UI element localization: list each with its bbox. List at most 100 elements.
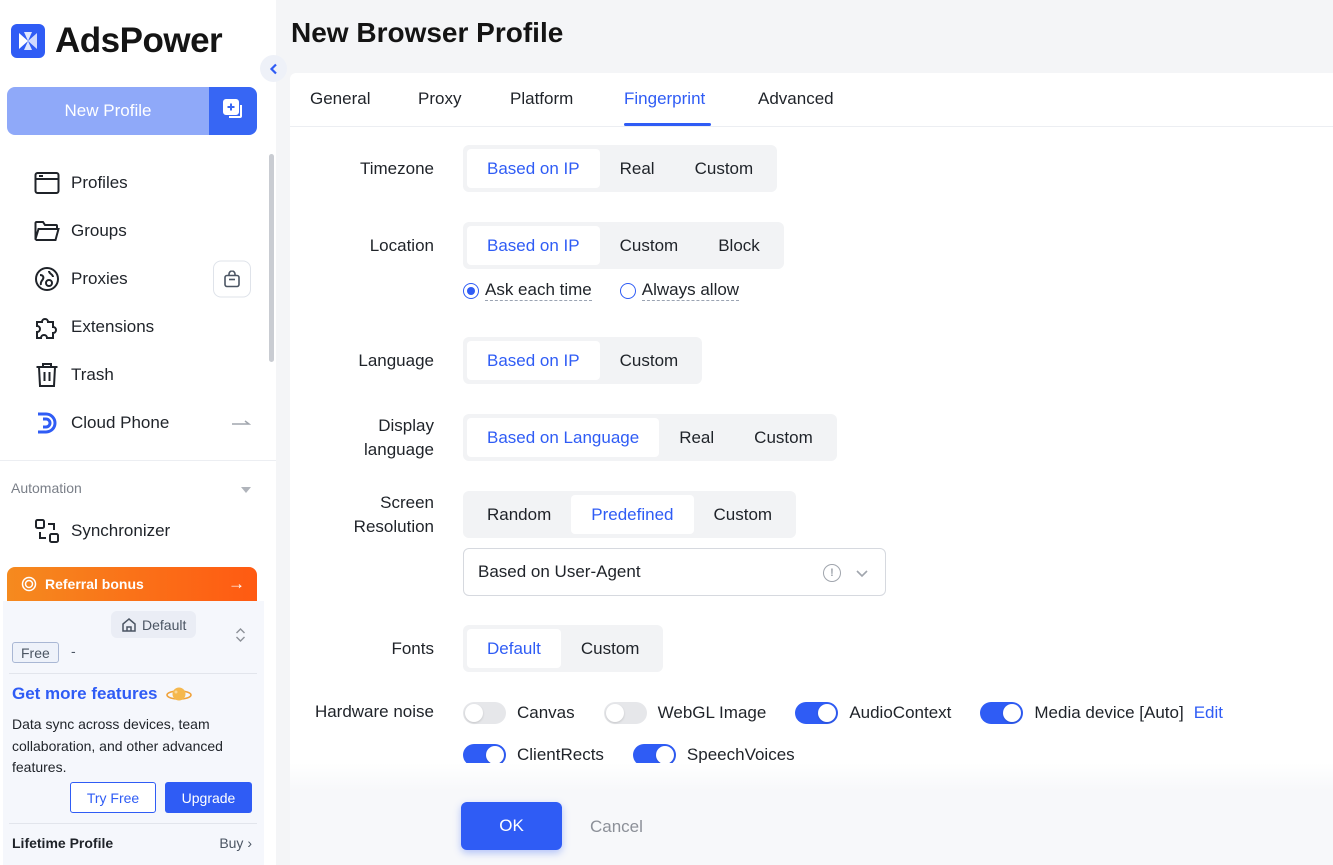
card-divider xyxy=(9,673,257,674)
display-language-option-based-on-language[interactable]: Based on Language xyxy=(467,418,660,457)
sidebar-divider xyxy=(0,460,276,461)
cloud-phone-icon xyxy=(34,410,60,436)
buy-link[interactable]: Buy › xyxy=(219,835,252,851)
location-segmented: Based on IP Custom Block xyxy=(463,222,784,269)
profile-form-panel: General Proxy Platform Fingerprint Advan… xyxy=(290,73,1333,865)
ok-button[interactable]: OK xyxy=(461,802,562,850)
tab-proxy[interactable]: Proxy xyxy=(418,89,461,109)
sidebar-item-label: Groups xyxy=(71,221,127,240)
screen-resolution-segmented: Random Predefined Custom xyxy=(463,491,797,538)
hardware-noise-label: Hardware noise xyxy=(314,702,434,721)
sidebar-item-profiles[interactable]: Profiles xyxy=(0,159,276,207)
language-option-based-on-ip[interactable]: Based on IP xyxy=(467,341,600,380)
planet-icon xyxy=(165,684,192,704)
sidebar-item-label: Cloud Phone xyxy=(71,413,170,432)
display-language-option-real[interactable]: Real xyxy=(659,418,734,457)
timezone-option-custom[interactable]: Custom xyxy=(675,149,774,188)
updown-chevron-icon[interactable] xyxy=(235,627,246,645)
puzzle-icon xyxy=(34,314,60,340)
new-profile-button[interactable]: New Profile xyxy=(7,87,209,135)
location-option-based-on-ip[interactable]: Based on IP xyxy=(467,226,600,265)
sidebar-item-label: Extensions xyxy=(71,317,155,336)
collapse-sidebar-button[interactable] xyxy=(260,55,287,82)
sidebar-item-cloud-phone[interactable]: Cloud Phone xyxy=(0,399,276,447)
screen-resolution-label-line1: Screen xyxy=(380,493,434,512)
trash-icon xyxy=(34,362,60,388)
hardware-noise-row-1: Canvas WebGL Image AudioContext Media de… xyxy=(463,702,1223,724)
location-option-custom[interactable]: Custom xyxy=(600,226,699,265)
media-device-edit-link[interactable]: Edit xyxy=(1194,703,1223,723)
toggle-switch[interactable] xyxy=(980,702,1024,724)
try-free-button[interactable]: Try Free xyxy=(70,782,156,813)
synchronizer-icon xyxy=(34,518,60,544)
toggle-label: WebGL Image xyxy=(657,703,767,722)
radio-ask-each-time[interactable]: Ask each time xyxy=(463,280,592,301)
fonts-option-default[interactable]: Default xyxy=(467,629,561,668)
upgrade-button[interactable]: Upgrade xyxy=(165,782,252,813)
footer-fade xyxy=(290,763,1333,791)
referral-bonus-banner[interactable]: Referral bonus → xyxy=(7,567,257,601)
workspace-switcher[interactable]: Default xyxy=(111,611,197,638)
toggle-switch[interactable] xyxy=(603,702,647,724)
workspace-name: Default xyxy=(142,616,187,633)
chevron-down-icon xyxy=(855,565,869,585)
toggle-webgl-image[interactable]: WebGL Image xyxy=(603,702,767,724)
info-icon[interactable]: ! xyxy=(823,564,841,582)
screen-resolution-option-custom[interactable]: Custom xyxy=(694,495,793,534)
sidebar: AdsPower New Profile Profiles Groups Pro… xyxy=(0,0,276,865)
proxy-shop-button[interactable] xyxy=(213,260,251,298)
sidebar-item-groups[interactable]: Groups xyxy=(0,207,276,255)
radio-always-allow[interactable]: Always allow xyxy=(619,280,740,301)
sidebar-item-proxies[interactable]: Proxies xyxy=(0,255,276,303)
toggle-label: AudioContext xyxy=(849,703,952,722)
sidebar-item-label: Profiles xyxy=(71,173,128,192)
fonts-segmented: Default Custom xyxy=(463,625,664,672)
copy-add-icon xyxy=(221,97,245,126)
language-segmented: Based on IP Custom xyxy=(463,337,703,384)
display-language-option-custom[interactable]: Custom xyxy=(734,418,833,457)
home-icon xyxy=(121,617,137,633)
location-label: Location xyxy=(369,236,434,255)
tab-fingerprint[interactable]: Fingerprint xyxy=(624,89,705,109)
timezone-option-real[interactable]: Real xyxy=(600,149,675,188)
radio-label: Always allow xyxy=(641,280,740,301)
toggle-media-device[interactable]: Media device [Auto] xyxy=(980,702,1184,724)
automation-section-header[interactable]: Automation xyxy=(11,480,251,496)
tab-advanced[interactable]: Advanced xyxy=(758,89,834,109)
promo-title: Get more features xyxy=(12,684,192,704)
tab-platform[interactable]: Platform xyxy=(510,89,573,109)
plan-card: Default Free - Get more features Data sy… xyxy=(3,601,264,865)
referral-label: Referral bonus xyxy=(45,576,144,592)
page-title: New Browser Profile xyxy=(291,17,564,48)
screen-resolution-option-predefined[interactable]: Predefined xyxy=(571,495,694,534)
toggle-canvas[interactable]: Canvas xyxy=(463,702,575,724)
toggle-label: ClientRects xyxy=(517,745,604,764)
location-option-block[interactable]: Block xyxy=(698,226,780,265)
batch-add-button[interactable] xyxy=(209,87,257,135)
app-logo[interactable]: AdsPower xyxy=(11,21,223,60)
app-name: AdsPower xyxy=(55,21,223,60)
folder-icon xyxy=(34,218,60,244)
sidebar-item-trash[interactable]: Trash xyxy=(0,351,276,399)
screen-resolution-select[interactable]: Based on User-Agent ! xyxy=(463,548,886,596)
sidebar-item-label: Proxies xyxy=(71,269,128,288)
coin-icon xyxy=(21,576,37,592)
fonts-option-custom[interactable]: Custom xyxy=(561,629,660,668)
toggle-label: Canvas xyxy=(517,703,575,722)
language-option-custom[interactable]: Custom xyxy=(600,341,699,380)
screen-resolution-label: Screen Resolution xyxy=(354,491,434,539)
sidebar-item-synchronizer[interactable]: Synchronizer xyxy=(0,507,276,555)
tab-bar: General Proxy Platform Fingerprint Advan… xyxy=(290,73,1333,127)
cancel-button[interactable]: Cancel xyxy=(590,817,643,837)
toggle-switch[interactable] xyxy=(463,702,506,724)
radio-label: Ask each time xyxy=(485,280,592,301)
toggle-switch[interactable] xyxy=(795,702,839,724)
arrow-right-icon xyxy=(231,413,252,433)
tab-general[interactable]: General xyxy=(310,89,370,109)
screen-resolution-option-random[interactable]: Random xyxy=(467,495,571,534)
sidebar-item-extensions[interactable]: Extensions xyxy=(0,303,276,351)
plan-tier-suffix: - xyxy=(71,643,76,659)
toggle-audiocontext[interactable]: AudioContext xyxy=(795,702,951,724)
promo-title-text: Get more features xyxy=(12,684,158,703)
timezone-option-based-on-ip[interactable]: Based on IP xyxy=(467,149,600,188)
